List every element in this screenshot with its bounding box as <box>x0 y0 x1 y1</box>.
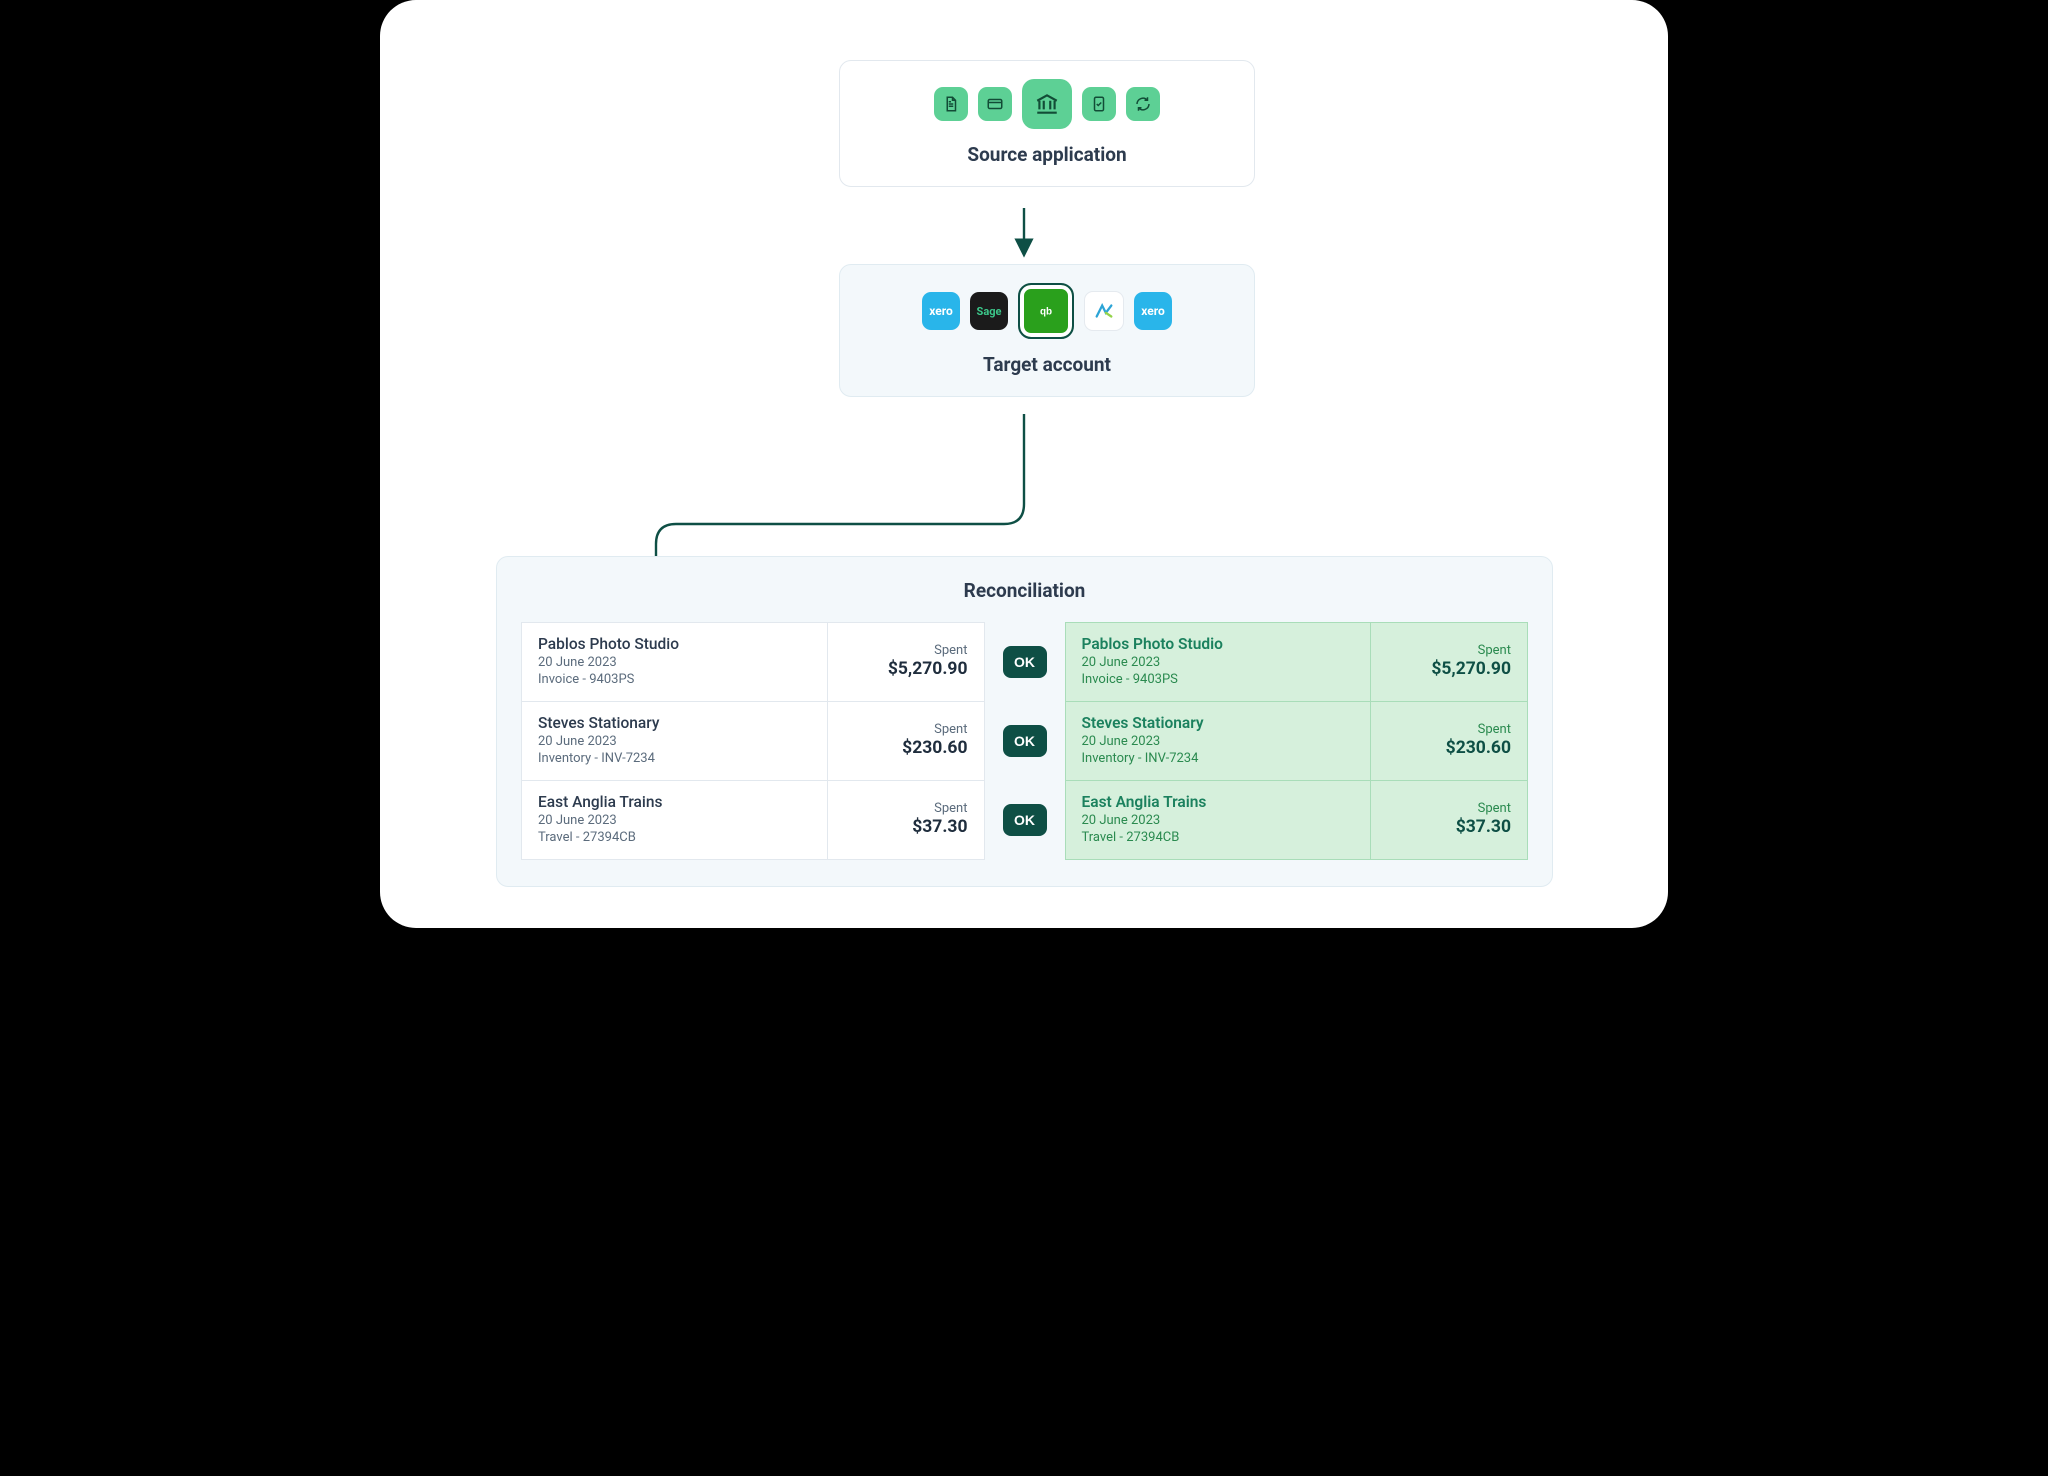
transaction-detail: Invoice - 9403PS <box>1082 672 1355 687</box>
reconciliation-panel: Reconciliation Pablos Photo Studio 20 Jun… <box>496 556 1553 887</box>
transaction-date: 20 June 2023 <box>538 655 811 670</box>
reconciliation-row: Pablos Photo Studio 20 June 2023 Invoice -… <box>521 622 1528 701</box>
card-icon <box>978 87 1012 121</box>
spent-label: Spent <box>1387 722 1511 737</box>
bank-icon <box>1022 79 1072 129</box>
transaction-info: Steves Stationary 20 June 2023 Inventory -… <box>522 702 828 780</box>
transaction-detail: Inventory - INV-7234 <box>1082 751 1355 766</box>
transaction-info: East Anglia Trains 20 June 2023 Travel - 2… <box>1066 781 1372 859</box>
amount-value: $230.60 <box>844 738 968 758</box>
freeagent-logo <box>1084 291 1124 331</box>
receipt-icon <box>1082 87 1116 121</box>
sage-logo: Sage <box>970 292 1008 330</box>
transaction-detail: Travel - 27394CB <box>538 830 811 845</box>
transaction-info: Pablos Photo Studio 20 June 2023 Invoice -… <box>522 623 828 701</box>
transaction-detail: Invoice - 9403PS <box>538 672 811 687</box>
matched-transaction: Steves Stationary 20 June 2023 Inventory -… <box>1065 701 1529 780</box>
source-title: Source application <box>864 143 1230 166</box>
vendor-name: East Anglia Trains <box>538 793 811 811</box>
amount-value: $5,270.90 <box>844 659 968 679</box>
reconciliation-row: Steves Stationary 20 June 2023 Inventory -… <box>521 701 1528 780</box>
transaction-amount: Spent$37.30 <box>828 781 984 859</box>
transaction-date: 20 June 2023 <box>1082 655 1355 670</box>
transaction-date: 20 June 2023 <box>1082 734 1355 749</box>
ok-button[interactable]: OK <box>1003 725 1047 757</box>
reconciliation-rows: Pablos Photo Studio 20 June 2023 Invoice -… <box>521 622 1528 860</box>
spent-label: Spent <box>1387 643 1511 658</box>
target-account-card: xero Sage qb xero Target account <box>839 264 1255 397</box>
target-title: Target account <box>864 353 1230 376</box>
transaction-amount: Spent$5,270.90 <box>828 623 984 701</box>
xero-logo: xero <box>922 292 960 330</box>
quickbooks-logo: qb <box>1018 283 1074 339</box>
diagram-stage: Source application xero Sage qb xero Tar… <box>380 0 1668 928</box>
source-transaction: Steves Stationary 20 June 2023 Inventory -… <box>521 701 985 780</box>
vendor-name: East Anglia Trains <box>1082 793 1355 811</box>
reconciliation-title: Reconciliation <box>521 579 1528 602</box>
transaction-amount: Spent$230.60 <box>828 702 984 780</box>
spent-label: Spent <box>844 722 968 737</box>
transaction-detail: Inventory - INV-7234 <box>538 751 811 766</box>
transaction-info: Steves Stationary 20 June 2023 Inventory -… <box>1066 702 1372 780</box>
xero-logo-2: xero <box>1134 292 1172 330</box>
svg-text:qb: qb <box>1040 306 1052 317</box>
transaction-date: 20 June 2023 <box>538 734 811 749</box>
source-transaction: Pablos Photo Studio 20 June 2023 Invoice -… <box>521 622 985 701</box>
document-icon <box>934 87 968 121</box>
transaction-date: 20 June 2023 <box>538 813 811 828</box>
amount-value: $230.60 <box>1387 738 1511 758</box>
transaction-date: 20 June 2023 <box>1082 813 1355 828</box>
matched-transaction: East Anglia Trains 20 June 2023 Travel - 2… <box>1065 780 1529 860</box>
amount-value: $5,270.90 <box>1387 659 1511 679</box>
transaction-info: East Anglia Trains 20 June 2023 Travel - 2… <box>522 781 828 859</box>
ok-button[interactable]: OK <box>1003 804 1047 836</box>
ok-button[interactable]: OK <box>1003 646 1047 678</box>
transaction-info: Pablos Photo Studio 20 June 2023 Invoice -… <box>1066 623 1372 701</box>
source-application-card: Source application <box>839 60 1255 187</box>
transaction-amount: Spent$230.60 <box>1371 702 1527 780</box>
transaction-amount: Spent$37.30 <box>1371 781 1527 859</box>
amount-value: $37.30 <box>844 817 968 837</box>
sync-icon <box>1126 87 1160 121</box>
vendor-name: Steves Stationary <box>1082 714 1355 732</box>
spent-label: Spent <box>1387 801 1511 816</box>
vendor-name: Pablos Photo Studio <box>1082 635 1355 653</box>
transaction-amount: Spent$5,270.90 <box>1371 623 1527 701</box>
transaction-detail: Travel - 27394CB <box>1082 830 1355 845</box>
source-icon-row <box>864 79 1230 129</box>
vendor-name: Steves Stationary <box>538 714 811 732</box>
matched-transaction: Pablos Photo Studio 20 June 2023 Invoice -… <box>1065 622 1529 701</box>
spent-label: Spent <box>844 801 968 816</box>
target-logo-row: xero Sage qb xero <box>864 283 1230 339</box>
arrow-source-to-target <box>1016 208 1032 256</box>
source-transaction: East Anglia Trains 20 June 2023 Travel - 2… <box>521 780 985 860</box>
spent-label: Spent <box>844 643 968 658</box>
vendor-name: Pablos Photo Studio <box>538 635 811 653</box>
amount-value: $37.30 <box>1387 817 1511 837</box>
reconciliation-row: East Anglia Trains 20 June 2023 Travel - 2… <box>521 780 1528 860</box>
